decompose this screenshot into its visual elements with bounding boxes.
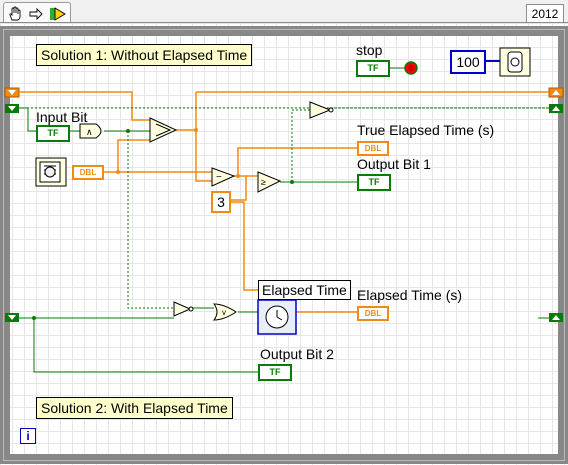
tick-count-dbl-conversion[interactable]: DBL xyxy=(72,165,104,180)
input-bit-label: Input Bit xyxy=(36,109,88,125)
true-elapsed-time-indicator: DBL xyxy=(357,141,389,156)
output-bit2-label: Output Bit 2 xyxy=(260,346,334,362)
or-function[interactable]: v xyxy=(213,303,237,321)
output-bit2-indicator: TF xyxy=(258,364,292,381)
elapsed-time-s-label: Elapsed Time (s) xyxy=(357,287,463,303)
shift-register-left-bool[interactable] xyxy=(5,104,19,113)
output-bit1-label: Output Bit 1 xyxy=(357,156,431,172)
shift-register-left-top[interactable] xyxy=(4,87,20,98)
comment-solution1: Solution 1: Without Elapsed Time xyxy=(36,44,253,66)
not-function-bottom[interactable] xyxy=(173,301,194,317)
wait-ms-constant[interactable]: 100 xyxy=(450,50,486,74)
elapsed-time-vi-label: Elapsed Time xyxy=(258,280,351,300)
svg-text:v: v xyxy=(222,308,226,317)
comment-solution2: Solution 2: With Elapsed Time xyxy=(36,397,233,419)
shift-register-right-bool[interactable] xyxy=(549,104,563,113)
elapsed-time-s-indicator: DBL xyxy=(357,306,389,321)
stop-led-indicator xyxy=(404,61,418,75)
shift-register-left-bottom[interactable] xyxy=(5,313,19,322)
input-bit-terminal[interactable]: TF xyxy=(36,125,70,142)
wait-ms-icon[interactable] xyxy=(499,47,531,77)
stop-label: stop xyxy=(356,42,383,58)
subtract-function[interactable]: − xyxy=(211,167,236,187)
true-elapsed-time-label: True Elapsed Time (s) xyxy=(357,122,495,138)
shift-register-right-top[interactable] xyxy=(548,87,564,98)
shift-register-right-bottom[interactable] xyxy=(549,313,563,322)
threshold-constant[interactable]: 3 xyxy=(211,191,231,213)
svg-text:≥: ≥ xyxy=(261,177,266,187)
elapsed-time-express-vi[interactable] xyxy=(257,299,297,335)
output-bit1-indicator: TF xyxy=(357,174,391,191)
stop-control-terminal[interactable]: TF xyxy=(356,60,390,77)
svg-text:−: − xyxy=(216,172,222,183)
tick-count-icon[interactable] xyxy=(35,157,67,187)
svg-text:∧: ∧ xyxy=(86,127,93,137)
not-function-top[interactable] xyxy=(309,101,334,119)
loop-iteration-terminal: i xyxy=(20,428,36,444)
